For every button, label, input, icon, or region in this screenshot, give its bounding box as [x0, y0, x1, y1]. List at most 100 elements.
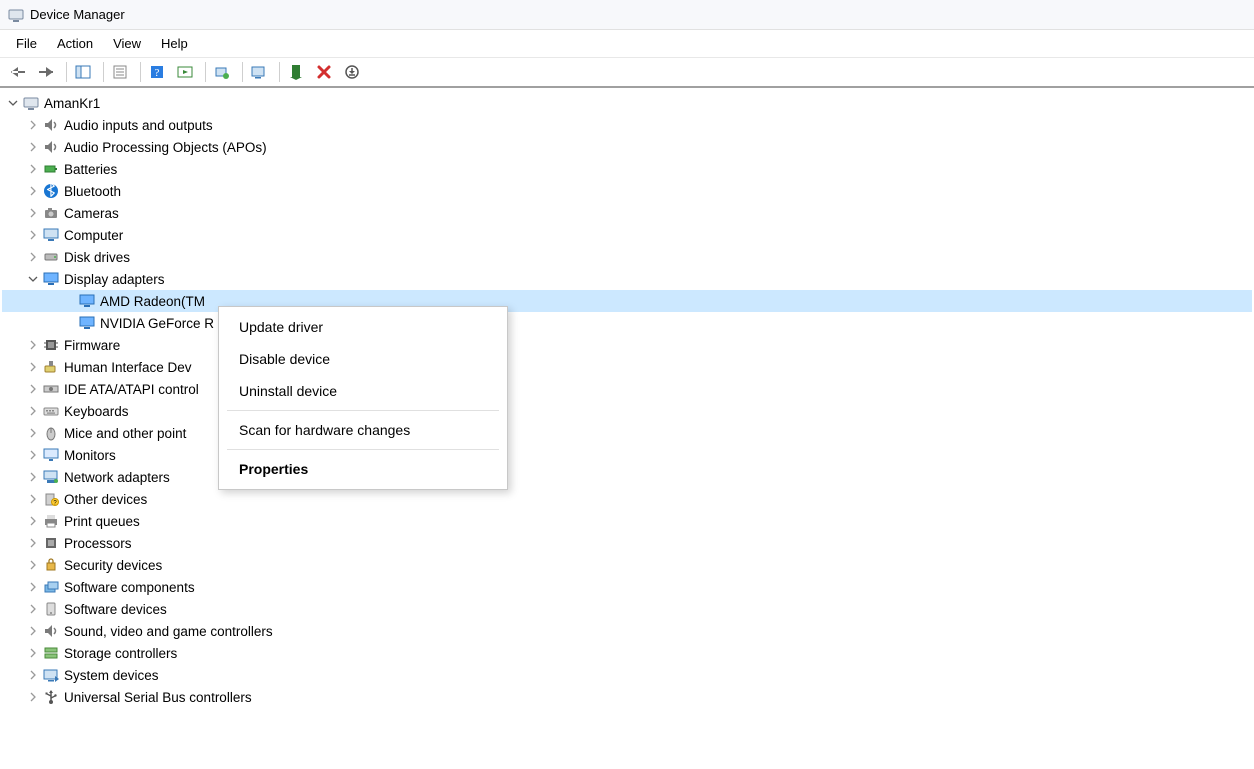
chevron-right-icon[interactable] — [26, 428, 40, 438]
scan-hardware-button[interactable] — [247, 60, 271, 84]
chevron-right-icon[interactable] — [26, 560, 40, 570]
category-label: Display adapters — [64, 272, 165, 287]
help-button[interactable]: ? — [145, 60, 169, 84]
toolbar: ? — [0, 58, 1254, 88]
chevron-right-icon[interactable] — [26, 362, 40, 372]
device-gpu-nvidia[interactable]: NVIDIA GeForce R — [2, 312, 1252, 334]
category-display-adapters[interactable]: Display adapters — [2, 268, 1252, 290]
properties-button[interactable] — [108, 60, 132, 84]
chevron-right-icon[interactable] — [26, 142, 40, 152]
chevron-right-icon[interactable] — [26, 230, 40, 240]
chevron-right-icon[interactable] — [26, 186, 40, 196]
category-label: Cameras — [64, 206, 119, 221]
context-menu-item[interactable]: Uninstall device — [219, 375, 507, 407]
chevron-right-icon[interactable] — [26, 120, 40, 130]
device-tree[interactable]: AmanKr1 Audio inputs and outputs Audio Pro… — [0, 88, 1254, 769]
chevron-right-icon[interactable] — [26, 626, 40, 636]
camera-icon — [42, 204, 60, 222]
chip-icon — [42, 336, 60, 354]
context-menu-separator — [227, 449, 499, 450]
category-monitors[interactable]: Monitors — [2, 444, 1252, 466]
category-processors[interactable]: Processors — [2, 532, 1252, 554]
chevron-right-icon[interactable] — [26, 604, 40, 614]
chevron-right-icon[interactable] — [26, 208, 40, 218]
hid-icon — [42, 358, 60, 376]
menu-action[interactable]: Action — [47, 32, 103, 55]
chevron-down-icon[interactable] — [26, 274, 40, 284]
category-audio-apo[interactable]: Audio Processing Objects (APOs) — [2, 136, 1252, 158]
chevron-right-icon[interactable] — [26, 252, 40, 262]
context-menu-item[interactable]: Disable device — [219, 343, 507, 375]
category-other[interactable]: ?Other devices — [2, 488, 1252, 510]
action-button[interactable] — [173, 60, 197, 84]
chevron-right-icon[interactable] — [26, 406, 40, 416]
category-label: Universal Serial Bus controllers — [64, 690, 252, 705]
category-audio-io[interactable]: Audio inputs and outputs — [2, 114, 1252, 136]
device-gpu-amd[interactable]: AMD Radeon(TM — [2, 290, 1252, 312]
category-label: IDE ATA/ATAPI control — [64, 382, 199, 397]
monitor2-icon — [42, 446, 60, 464]
category-label: Audio inputs and outputs — [64, 118, 213, 133]
svg-text:?: ? — [155, 67, 160, 79]
category-firmware[interactable]: Firmware — [2, 334, 1252, 356]
category-computer[interactable]: Computer — [2, 224, 1252, 246]
category-sound[interactable]: Sound, video and game controllers — [2, 620, 1252, 642]
chevron-right-icon[interactable] — [26, 692, 40, 702]
device-label: AMD Radeon(TM — [100, 294, 205, 309]
chevron-down-icon[interactable] — [6, 98, 20, 108]
disk-icon — [42, 248, 60, 266]
category-storage-ctrl[interactable]: Storage controllers — [2, 642, 1252, 664]
chevron-right-icon[interactable] — [26, 164, 40, 174]
chevron-right-icon[interactable] — [26, 494, 40, 504]
context-menu-item[interactable]: Properties — [219, 453, 507, 485]
context-menu-separator — [227, 410, 499, 411]
forward-button[interactable] — [34, 60, 58, 84]
update-driver-button[interactable] — [210, 60, 234, 84]
category-print-queues[interactable]: Print queues — [2, 510, 1252, 532]
uninstall-device-button[interactable] — [312, 60, 336, 84]
chevron-right-icon[interactable] — [26, 648, 40, 658]
category-mice[interactable]: Mice and other point — [2, 422, 1252, 444]
storage-icon — [42, 644, 60, 662]
category-sw-devices[interactable]: Software devices — [2, 598, 1252, 620]
security-icon — [42, 556, 60, 574]
context-menu-item[interactable]: Update driver — [219, 311, 507, 343]
category-disk-drives[interactable]: Disk drives — [2, 246, 1252, 268]
menu-file[interactable]: File — [6, 32, 47, 55]
menu-view[interactable]: View — [103, 32, 151, 55]
context-menu-item[interactable]: Scan for hardware changes — [219, 414, 507, 446]
chevron-right-icon[interactable] — [26, 472, 40, 482]
category-batteries[interactable]: Batteries — [2, 158, 1252, 180]
toolbar-separator — [279, 62, 280, 82]
category-system-devices[interactable]: System devices — [2, 664, 1252, 686]
menu-help[interactable]: Help — [151, 32, 198, 55]
usb-icon — [42, 688, 60, 706]
enable-device-button[interactable] — [284, 60, 308, 84]
category-cameras[interactable]: Cameras — [2, 202, 1252, 224]
category-security[interactable]: Security devices — [2, 554, 1252, 576]
toolbar-separator — [66, 62, 67, 82]
category-label: Software devices — [64, 602, 167, 617]
chevron-right-icon[interactable] — [26, 450, 40, 460]
chevron-right-icon[interactable] — [26, 516, 40, 526]
category-bluetooth[interactable]: Bluetooth — [2, 180, 1252, 202]
show-hide-console-tree-button[interactable] — [71, 60, 95, 84]
computer-icon — [22, 94, 40, 112]
chevron-right-icon[interactable] — [26, 538, 40, 548]
back-button[interactable] — [6, 60, 30, 84]
disable-device-button[interactable] — [340, 60, 364, 84]
category-usb[interactable]: Universal Serial Bus controllers — [2, 686, 1252, 708]
chevron-right-icon[interactable] — [26, 340, 40, 350]
printer-icon — [42, 512, 60, 530]
chevron-right-icon[interactable] — [26, 670, 40, 680]
category-sw-components[interactable]: Software components — [2, 576, 1252, 598]
category-network[interactable]: Network adapters — [2, 466, 1252, 488]
tree-root-node[interactable]: AmanKr1 — [2, 92, 1252, 114]
category-keyboards[interactable]: Keyboards — [2, 400, 1252, 422]
category-hid[interactable]: Human Interface Dev — [2, 356, 1252, 378]
chevron-right-icon[interactable] — [26, 384, 40, 394]
swcomp-icon — [42, 578, 60, 596]
category-ide-ata[interactable]: IDE ATA/ATAPI control — [2, 378, 1252, 400]
category-label: Human Interface Dev — [64, 360, 192, 375]
chevron-right-icon[interactable] — [26, 582, 40, 592]
